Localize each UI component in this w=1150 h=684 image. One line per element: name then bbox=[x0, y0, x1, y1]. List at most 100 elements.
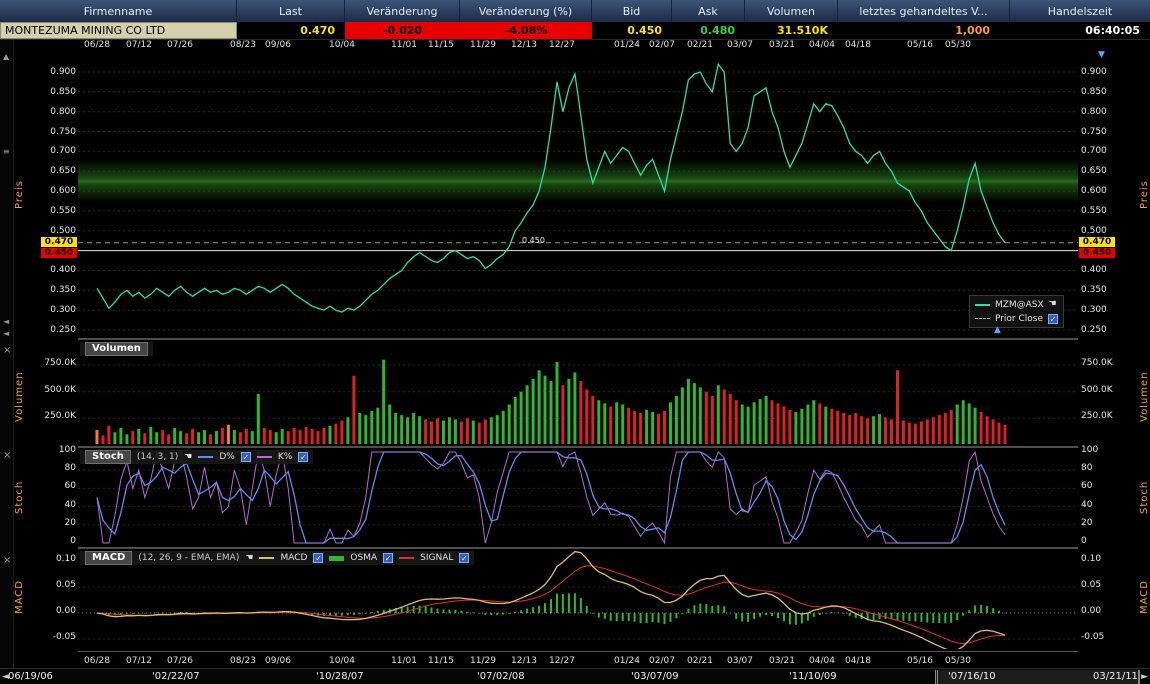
date-tick-label: 12/27 bbox=[549, 656, 575, 666]
timeline-scrollbar[interactable]: ◄ 06/19/06'02/22/07'10/28/07'07/02/08'03… bbox=[0, 668, 1150, 684]
date-tick-label: 04/18 bbox=[845, 656, 871, 666]
checkbox-checked-icon[interactable]: ✓ bbox=[313, 553, 323, 563]
macd-line-sample bbox=[259, 557, 274, 559]
change-percent: -4.08% bbox=[460, 22, 592, 39]
stoch-panel[interactable]: Stoch (14, 3, 1) ☚ D% ✓ K% ✓ bbox=[78, 446, 1078, 545]
chart-region: ▲ ≡ ◄ ◄ × × × Preis Volumen Stoch MACD 0… bbox=[0, 40, 1150, 668]
col-header-name: Firmenname bbox=[0, 0, 237, 22]
scroll-left-icon[interactable]: ◄ bbox=[2, 672, 9, 682]
collapse-arrow-icon[interactable]: ◄ bbox=[3, 318, 9, 326]
close-volume-panel-icon[interactable]: × bbox=[3, 347, 11, 355]
date-tick-label: 07/12 bbox=[126, 40, 152, 50]
y-tick-label: 20 bbox=[65, 518, 76, 528]
scroll-right-icon[interactable]: ► bbox=[1141, 672, 1148, 682]
range-marker-up-icon[interactable]: ▲ bbox=[994, 326, 1001, 335]
quote-header-row: Firmenname Last Veränderung Veränderung … bbox=[0, 0, 1150, 22]
y-tick-label: 0.00 bbox=[56, 606, 76, 616]
volume-panel[interactable]: Volumen bbox=[78, 338, 1078, 444]
date-tick-label: 06/28 bbox=[84, 40, 110, 50]
date-tick-label: 05/30 bbox=[945, 656, 971, 666]
ask-price: 0.480 bbox=[672, 22, 745, 39]
macd-panel[interactable]: MACD (12, 26, 9 - EMA, EMA) ☚ MACD ✓ OSM… bbox=[78, 547, 1078, 649]
y-tick-label: 80 bbox=[1081, 463, 1092, 473]
stoch-panel-header: Stoch (14, 3, 1) ☚ D% ✓ K% ✓ bbox=[80, 450, 313, 464]
checkbox-checked-icon[interactable]: ✓ bbox=[1048, 314, 1058, 324]
y-tick-label: 0.750 bbox=[1081, 127, 1107, 137]
date-tick-label: 07/26 bbox=[167, 656, 193, 666]
close-stoch-panel-icon[interactable]: × bbox=[3, 452, 11, 460]
date-tick-label: 11/15 bbox=[428, 40, 454, 50]
date-tick-label: 02/21 bbox=[687, 656, 713, 666]
col-header-change: Veränderung bbox=[345, 0, 460, 22]
stoch-k-line-sample bbox=[257, 456, 272, 458]
y-tick-label: 0.700 bbox=[50, 146, 76, 156]
checkbox-checked-icon[interactable]: ✓ bbox=[459, 553, 469, 563]
date-tick-label: 04/04 bbox=[809, 40, 835, 50]
y-tick-label: 60 bbox=[1081, 481, 1092, 491]
checkbox-checked-icon[interactable]: ✓ bbox=[298, 452, 308, 462]
splitter-grip-icon[interactable]: ≡ bbox=[3, 148, 10, 156]
y-tick-label: 0.250 bbox=[1081, 325, 1107, 335]
y-tick-label: 0.500 bbox=[1081, 226, 1107, 236]
date-tick-label: 12/13 bbox=[511, 40, 537, 50]
change-value: -0.020 bbox=[345, 22, 460, 39]
date-tick-label: 05/16 bbox=[907, 656, 933, 666]
osma-label: OSMA bbox=[350, 553, 377, 563]
legend-item-prior-close[interactable]: Prior Close ✓ bbox=[975, 313, 1058, 324]
y-tick-label: 0 bbox=[1081, 536, 1087, 546]
scroll-up-icon[interactable]: ▲ bbox=[3, 53, 9, 61]
prior-close-annotation: 0.450 bbox=[522, 236, 545, 245]
price-chart-panel[interactable]: 0.450 MZM@ASX ☚ Prior Close ✓ ▲ bbox=[78, 50, 1078, 337]
date-tick-label: 11/29 bbox=[470, 40, 496, 50]
date-tick-label: 01/24 bbox=[614, 40, 640, 50]
date-tick-label: 11/01 bbox=[391, 656, 417, 666]
range-marker-down-icon[interactable]: ▼ bbox=[1098, 51, 1105, 60]
pin-icon[interactable]: ☚ bbox=[184, 453, 192, 462]
y-tick-label: 0.350 bbox=[50, 285, 76, 295]
y-tick-label: 0.250 bbox=[50, 325, 76, 335]
close-macd-panel-icon[interactable]: × bbox=[3, 557, 11, 565]
y-tick-label: 0.650 bbox=[50, 166, 76, 176]
y-tick-label: 60 bbox=[65, 481, 76, 491]
date-tick-label: 09/06 bbox=[265, 656, 291, 666]
collapse-arrow-icon[interactable]: ◄ bbox=[3, 330, 9, 338]
checkbox-checked-icon[interactable]: ✓ bbox=[241, 452, 251, 462]
y-tick-label: 0.900 bbox=[1081, 67, 1107, 77]
date-tick-label: 03/21 bbox=[769, 40, 795, 50]
stoch-d-label: D% bbox=[219, 452, 234, 462]
legend-item-symbol[interactable]: MZM@ASX ☚ bbox=[975, 299, 1058, 310]
prior-close-axis-marker: 0.450 bbox=[1079, 248, 1115, 258]
price-chart-svg bbox=[78, 50, 1078, 337]
y-tick-label: 0.00 bbox=[1081, 606, 1101, 616]
date-tick-label: 11/01 bbox=[391, 40, 417, 50]
y-tick-label: 0 bbox=[70, 536, 76, 546]
volume-axis-label: Volumen bbox=[14, 358, 25, 436]
date-tick-label: 08/23 bbox=[230, 40, 256, 50]
company-name: MONTEZUMA MINING CO LTD bbox=[0, 22, 237, 39]
date-tick-label: 03/21 bbox=[769, 656, 795, 666]
y-tick-label: 0.10 bbox=[56, 554, 76, 564]
stoch-k-label: K% bbox=[278, 452, 292, 462]
stoch-params: (14, 3, 1) bbox=[137, 452, 178, 462]
pin-icon[interactable]: ☚ bbox=[245, 554, 253, 563]
pin-icon[interactable]: ☚ bbox=[1049, 300, 1057, 309]
stoch-axis-label: Stoch bbox=[14, 468, 25, 526]
legend-label: MZM@ASX bbox=[995, 300, 1044, 310]
right-axis-gutter: Preis Volumen Stoch MACD 0.470 0.450 ▼ 0… bbox=[1078, 40, 1150, 668]
quote-row: MONTEZUMA MINING CO LTD 0.470 -0.020 -4.… bbox=[0, 22, 1150, 40]
date-tick-label: 02/21 bbox=[687, 40, 713, 50]
y-tick-label: -0.05 bbox=[1081, 632, 1104, 642]
date-tick-label: 10/04 bbox=[329, 40, 355, 50]
y-tick-label: 0.400 bbox=[50, 265, 76, 275]
date-tick-label: 10/04 bbox=[329, 656, 355, 666]
y-tick-label: 750.0K bbox=[1081, 358, 1113, 368]
volume-panel-header: Volumen bbox=[80, 342, 153, 356]
checkbox-checked-icon[interactable]: ✓ bbox=[383, 553, 393, 563]
scrollbar-date-label: '02/22/07 bbox=[152, 671, 200, 682]
y-tick-label: 0.650 bbox=[1081, 166, 1107, 176]
osma-sample bbox=[329, 556, 344, 561]
col-header-volume: Volumen bbox=[745, 0, 838, 22]
macd-label: MACD bbox=[280, 553, 307, 563]
y-tick-label: 0.550 bbox=[1081, 206, 1107, 216]
y-tick-label: 40 bbox=[1081, 500, 1092, 510]
